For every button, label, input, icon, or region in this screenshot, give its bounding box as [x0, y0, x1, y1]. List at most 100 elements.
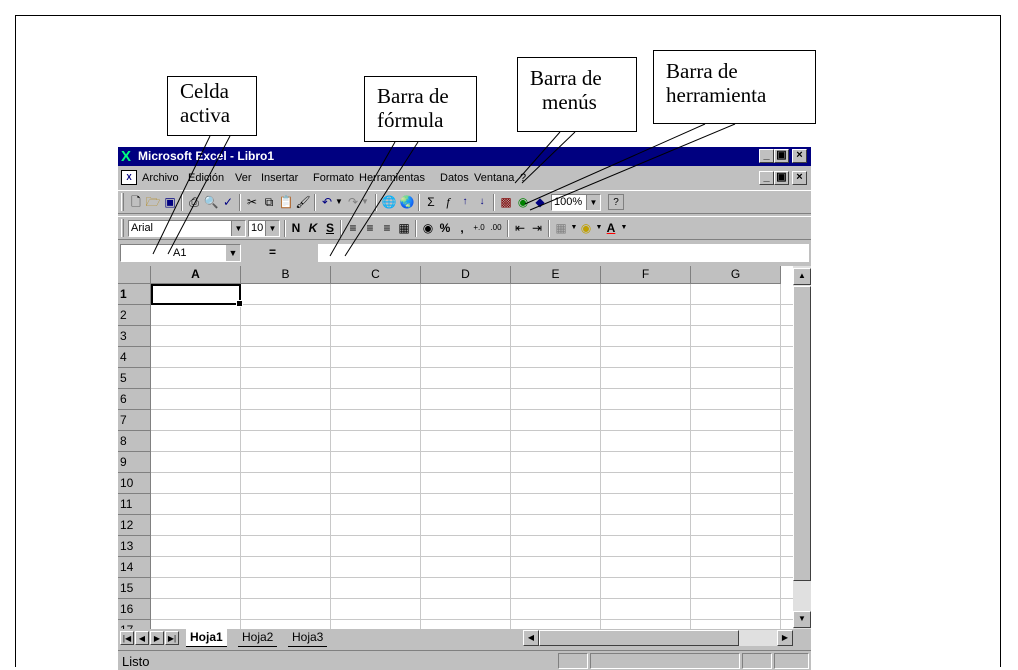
copy-icon[interactable]: ⧉	[261, 194, 277, 210]
menu-ventana[interactable]: Ventana	[474, 172, 514, 185]
menu-herramientas[interactable]: Herramientas	[359, 172, 425, 185]
horizontal-scrollbar[interactable]: ◀ ▶	[523, 630, 793, 646]
sort-descending-icon[interactable]: ↓	[474, 194, 490, 210]
sheet-tab-hoja1[interactable]: Hoja1	[186, 629, 227, 647]
prev-sheet-button[interactable]: ◀	[135, 631, 149, 645]
active-cell[interactable]	[151, 284, 243, 307]
spelling-icon[interactable]: ✓	[220, 194, 236, 210]
column-header[interactable]: F	[601, 266, 691, 284]
scroll-thumb[interactable]	[793, 286, 811, 581]
row-header[interactable]: 12	[118, 515, 151, 536]
chevron-down-icon[interactable]: ▼	[231, 221, 245, 236]
close-button[interactable]: ×	[792, 149, 807, 163]
font-name-select[interactable]: Arial ▼	[128, 220, 246, 237]
scroll-left-button[interactable]: ◀	[523, 630, 539, 646]
edit-formula-button[interactable]: =	[269, 245, 276, 259]
map-icon[interactable]: ◉	[515, 194, 531, 210]
format-painter-icon[interactable]: 🖌	[295, 194, 311, 210]
menu-archivo[interactable]: Archivo	[142, 172, 179, 185]
office-assistant-icon[interactable]: ?	[608, 194, 624, 210]
sort-ascending-icon[interactable]: ↑	[457, 194, 473, 210]
column-header[interactable]: D	[421, 266, 511, 284]
column-header[interactable]: A	[151, 266, 241, 284]
row-header[interactable]: 7	[118, 410, 151, 431]
formula-input[interactable]	[318, 244, 809, 262]
row-header[interactable]: 2	[118, 305, 151, 326]
font-color-dropdown-icon[interactable]: ▼	[616, 220, 632, 236]
title-bar[interactable]: X Microsoft Excel - Libro1 _ ▣ ×	[118, 147, 811, 166]
new-icon[interactable]: 🗋	[128, 194, 144, 210]
chevron-down-icon[interactable]: ▼	[265, 221, 279, 236]
last-sheet-button[interactable]: ▶|	[165, 631, 179, 645]
save-icon[interactable]: ▣	[162, 194, 178, 210]
align-right-icon[interactable]: ≡	[379, 220, 395, 236]
drawing-icon[interactable]: ◆	[532, 194, 548, 210]
underline-icon[interactable]: S	[322, 220, 338, 236]
column-header[interactable]: E	[511, 266, 601, 284]
sheet-tab-hoja3[interactable]: Hoja3	[288, 629, 328, 647]
row-header[interactable]: 5	[118, 368, 151, 389]
doc-minimize-button[interactable]: _	[759, 171, 774, 185]
zoom-select[interactable]: 100% ▼	[551, 194, 601, 211]
column-header[interactable]: G	[691, 266, 781, 284]
open-icon[interactable]: 🗁	[145, 194, 161, 210]
restore-button[interactable]: ▣	[774, 149, 789, 163]
row-header[interactable]: 14	[118, 557, 151, 578]
menu-ver[interactable]: Ver	[235, 172, 252, 185]
toolbar-grip[interactable]	[121, 193, 124, 211]
vertical-scrollbar[interactable]: ▲ ▼	[793, 266, 811, 629]
row-header[interactable]: 11	[118, 494, 151, 515]
fill-handle[interactable]	[236, 300, 243, 307]
currency-icon[interactable]: ◉	[420, 220, 436, 236]
scroll-thumb-horizontal[interactable]	[539, 630, 739, 646]
scroll-down-button[interactable]: ▼	[793, 611, 811, 628]
worksheet-grid[interactable]: ABCDEFG1234567891011121314151617	[118, 266, 793, 641]
menu-formato[interactable]: Formato	[313, 172, 354, 185]
menu-insertar[interactable]: Insertar	[261, 172, 298, 185]
decrease-decimal-icon[interactable]: .00	[488, 220, 504, 236]
first-sheet-button[interactable]: |◀	[120, 631, 134, 645]
row-header[interactable]: 1	[118, 284, 151, 305]
merge-center-icon[interactable]: ▦	[396, 220, 412, 236]
next-sheet-button[interactable]: ▶	[150, 631, 164, 645]
italic-icon[interactable]: K	[305, 220, 321, 236]
chevron-down-icon[interactable]: ▼	[586, 195, 600, 210]
cut-icon[interactable]: ✂	[244, 194, 260, 210]
increase-indent-icon[interactable]: ⇥	[529, 220, 545, 236]
align-center-icon[interactable]: ≡	[362, 220, 378, 236]
name-box[interactable]: A1 ▼	[120, 244, 241, 262]
bold-icon[interactable]: N	[288, 220, 304, 236]
toolbar-grip[interactable]	[121, 219, 124, 237]
web-toolbar-icon[interactable]: 🌏	[399, 194, 415, 210]
menu-datos[interactable]: Datos	[440, 172, 469, 185]
increase-decimal-icon[interactable]: +.0	[471, 220, 487, 236]
row-header[interactable]: 6	[118, 389, 151, 410]
row-header[interactable]: 15	[118, 578, 151, 599]
row-header[interactable]: 3	[118, 326, 151, 347]
row-header[interactable]: 9	[118, 452, 151, 473]
print-icon[interactable]: ⎙	[186, 194, 202, 210]
align-left-icon[interactable]: ≡	[345, 220, 361, 236]
decrease-indent-icon[interactable]: ⇤	[512, 220, 528, 236]
hyperlink-icon[interactable]: 🌐	[381, 194, 397, 210]
sheet-tab-hoja2[interactable]: Hoja2	[238, 629, 278, 647]
row-header[interactable]: 10	[118, 473, 151, 494]
chart-wizard-icon[interactable]: ▩	[498, 194, 514, 210]
menu-help[interactable]: ?	[520, 172, 526, 185]
paste-icon[interactable]: 📋	[278, 194, 294, 210]
redo-dropdown-icon[interactable]: ▼	[357, 194, 373, 210]
scroll-up-button[interactable]: ▲	[793, 268, 811, 285]
select-all-button[interactable]	[118, 266, 151, 284]
minimize-button[interactable]: _	[759, 149, 774, 163]
chevron-down-icon[interactable]: ▼	[226, 245, 240, 261]
percent-icon[interactable]: %	[437, 220, 453, 236]
font-size-select[interactable]: 10 ▼	[248, 220, 280, 237]
autosum-icon[interactable]: Σ	[423, 194, 439, 210]
workbook-icon[interactable]: X	[121, 170, 137, 185]
scroll-right-button[interactable]: ▶	[777, 630, 793, 646]
row-header[interactable]: 13	[118, 536, 151, 557]
menu-edicion[interactable]: Edición	[188, 172, 224, 185]
column-header[interactable]: C	[331, 266, 421, 284]
row-header[interactable]: 8	[118, 431, 151, 452]
doc-restore-button[interactable]: ▣	[774, 171, 789, 185]
